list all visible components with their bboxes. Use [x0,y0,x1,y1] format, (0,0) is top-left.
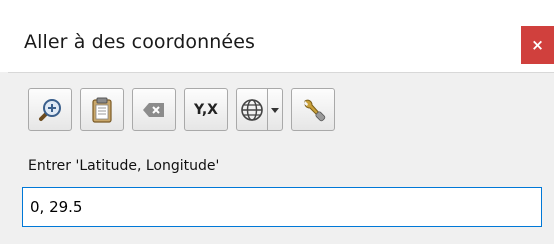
coordinate-input[interactable] [22,187,542,227]
coordinate-input-label: Entrer 'Latitude, Longitude' [28,158,220,174]
close-button[interactable]: × [521,26,554,64]
globe-icon [239,97,265,123]
dropdown-arrow-icon [270,106,280,114]
close-icon: × [531,36,544,54]
go-to-coordinates-panel: Aller à des coordonnées × Y,X Entrer 'La… [0,0,554,244]
clear-button[interactable] [132,88,176,131]
zoom-to-button[interactable] [28,88,72,131]
crs-dropdown-button[interactable] [267,88,283,131]
wrench-icon [299,96,327,124]
panel-title: Aller à des coordonnées [24,31,255,53]
swap-xy-button[interactable]: Y,X [184,88,228,131]
title-bar: Aller à des coordonnées × [0,0,554,72]
paste-icon [89,96,115,124]
settings-button[interactable] [291,88,335,131]
zoom-to-icon [36,96,64,124]
swap-xy-icon: Y,X [194,101,218,118]
divider [8,72,554,73]
paste-button[interactable] [80,88,124,131]
crs-button[interactable] [236,88,268,131]
clear-icon [141,100,167,120]
